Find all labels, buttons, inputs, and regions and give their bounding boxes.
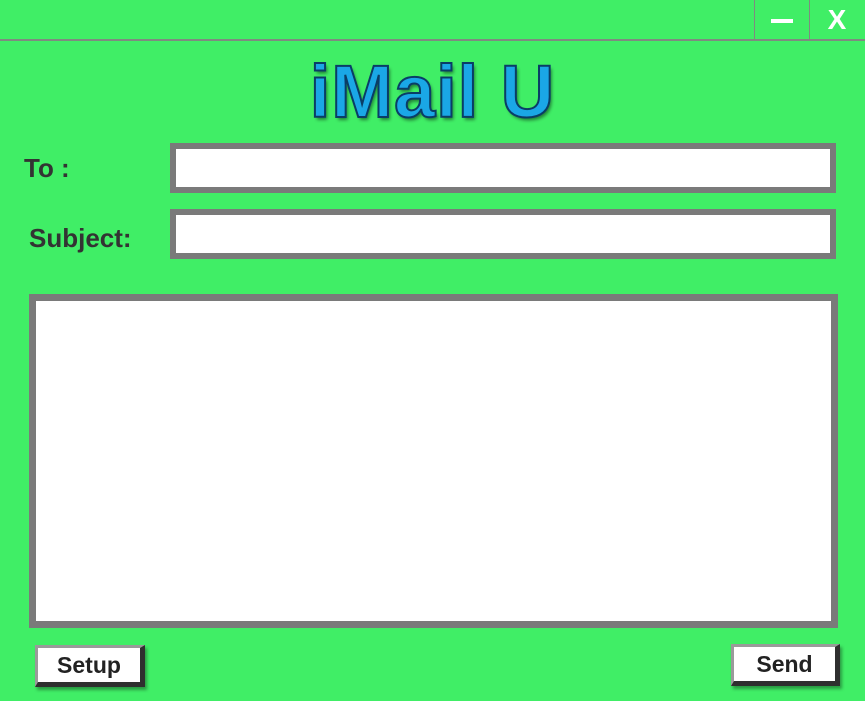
subject-field[interactable]	[170, 209, 836, 259]
message-body-field[interactable]	[29, 294, 838, 628]
minimize-button[interactable]	[754, 0, 809, 39]
titlebar-divider	[0, 39, 865, 41]
subject-label: Subject:	[29, 223, 132, 253]
close-button[interactable]: X	[809, 0, 864, 39]
minimize-icon	[771, 18, 793, 23]
setup-button[interactable]: Setup	[35, 645, 145, 687]
to-label: To :	[24, 153, 70, 183]
app-logo: iMail U	[309, 50, 556, 133]
send-button[interactable]: Send	[731, 644, 840, 686]
to-field[interactable]	[170, 143, 836, 193]
